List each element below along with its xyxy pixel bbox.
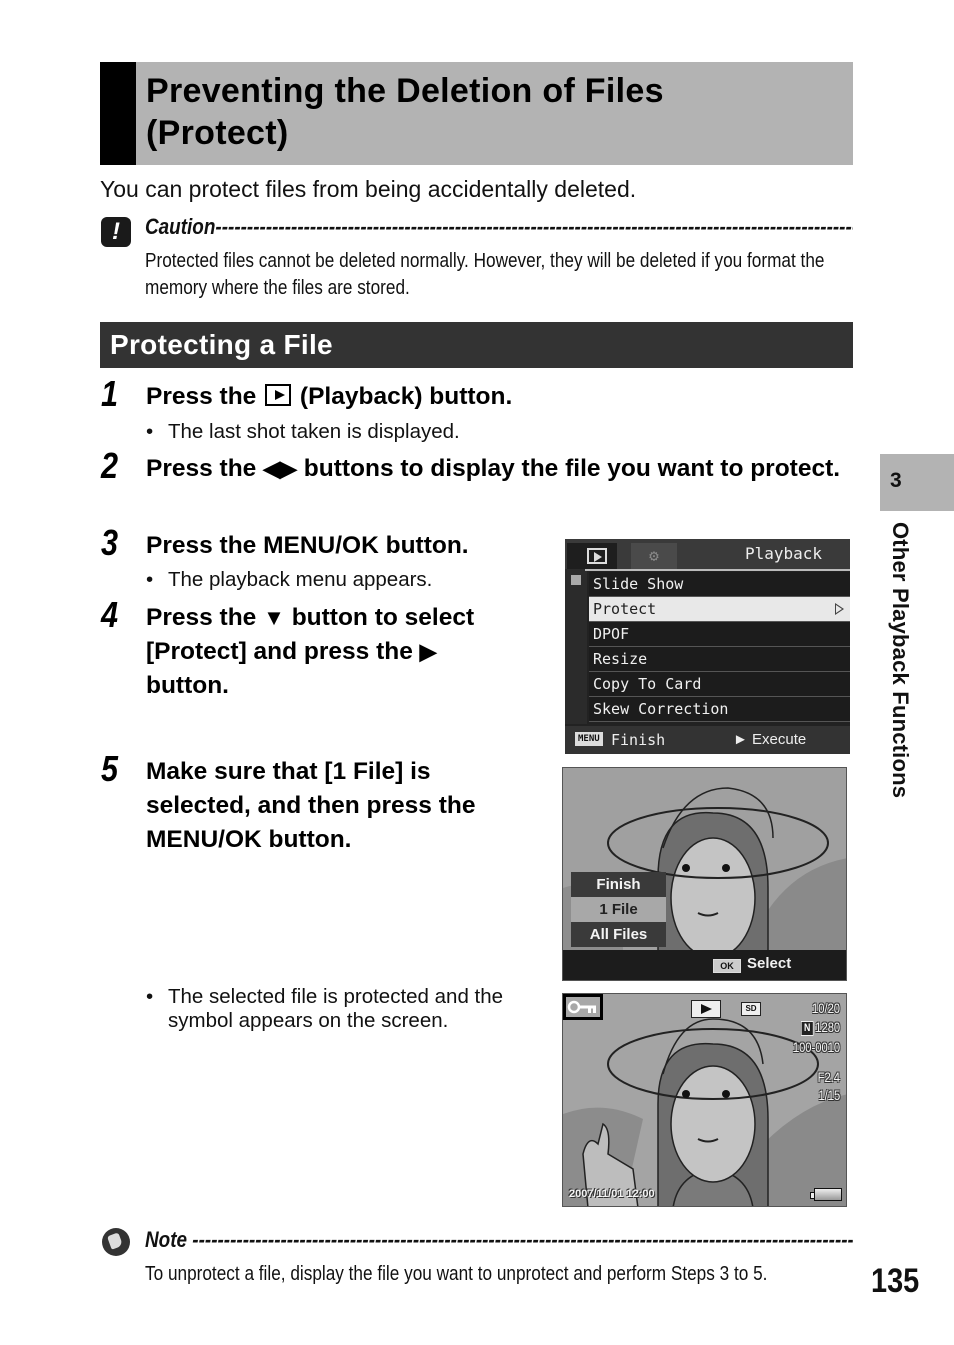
shutter-speed: 1/15 [818,1087,840,1103]
protect-option-list: Finish 1 File All Files [571,872,666,947]
tab-setup[interactable]: ⚙ [631,543,677,569]
option-1-file[interactable]: 1 File [571,897,666,922]
step-text-part: Press the [146,604,264,631]
camera-screen-protected-playback: SD 10/20 N 1280 100-0010 F2.4 1/15 2007/1… [562,993,847,1207]
caution-heading: Caution---------------------------------… [145,214,853,239]
step-3-text: Press the MENU/OK button. [146,532,469,559]
bullet-dot: • [146,568,154,591]
step-1-bullet: • The last shot taken is displayed. [146,420,460,444]
step-4-text: Press the ▼ button to select [Protect] a… [146,601,546,703]
frame-count: 10/20 [811,1000,840,1016]
bullet-text: The playback menu appears. [168,568,433,591]
step-text-part: buttons to display the file you want to … [296,455,841,482]
menu-item-label: Protect [593,600,657,618]
screen-footer: OK Select [563,950,846,980]
menu-tab-strip: ⚙ Playback [565,539,850,569]
section-heading-bar: Protecting a File [100,322,853,368]
page-title-banner: Preventing the Deletion of Files (Protec… [100,62,853,165]
menu-item-copy-to-card[interactable]: Copy To Card [589,672,850,697]
title-accent-bar [100,62,136,165]
caution-exclamation-icon: ! [101,217,131,247]
down-arrow-icon: ▼ [263,605,285,630]
option-finish[interactable]: Finish [571,872,666,897]
menu-item-protect[interactable]: Protect [589,597,850,622]
tab-playback[interactable] [567,543,617,569]
aperture: F2.4 [817,1069,840,1085]
step-number: 5 [101,748,119,789]
playback-mode-icon [691,1000,721,1018]
page-title-line2: (Protect) [146,114,289,152]
page-title-line1: Preventing the Deletion of Files [146,72,664,110]
intro-text: You can protect files from being acciden… [100,176,637,202]
file-number: 100-0010 [792,1039,840,1055]
page-marker [571,575,581,585]
page-title: Preventing the Deletion of Files (Protec… [146,70,664,154]
caution-body: Protected files cannot be deleted normal… [145,250,825,299]
section-title: Protecting a File [110,329,333,360]
step-5-text: Make sure that [1 File] is selected, and… [146,758,476,853]
protect-key-icon [563,994,603,1020]
footer-select: Select [747,955,792,972]
step-3-bullet: • The playback menu appears. [146,568,432,592]
option-all-files[interactable]: All Files [571,922,666,947]
menu-button-icon: MENU [575,732,603,746]
note-icon [102,1228,130,1256]
note-body: To unprotect a file, display the file yo… [145,1263,768,1285]
chapter-number: 3 [890,469,902,492]
bullet-dot: • [146,985,154,1008]
camera-screen-playback-menu: ⚙ Playback Slide Show Protect DPOF Resiz… [565,539,850,754]
step-text-part: button to select [284,604,475,631]
step-text-part: [Protect] and press the [146,638,420,665]
step-number: 4 [101,594,119,635]
step-number: 2 [101,445,119,486]
menu-item-skew-correction[interactable]: Skew Correction [589,697,850,722]
step-1-text: Press the (Playback) button. [146,380,512,414]
footer-execute: ► Execute [733,731,807,748]
menu-item-resize[interactable]: Resize [589,647,850,672]
step-text-part: Press the [146,383,264,410]
sd-card-icon: SD [741,1002,761,1016]
playback-icon [587,548,607,564]
step-2-text: Press the ◀▶ buttons to display the file… [146,452,846,486]
step-text-part: button. [146,672,229,699]
note-heading: Note -----------------------------------… [145,1227,853,1252]
right-arrow-icon: ▶ [419,639,437,664]
ok-button-icon: OK [713,959,741,973]
chapter-label: Other Playback Functions [888,522,913,799]
date-time: 2007/11/01 12:00 [569,1188,655,1200]
menu-list: Slide Show Protect DPOF Resize Copy To C… [589,572,850,722]
step-text-part: Press the [146,455,264,482]
image-size: 1280 [815,1019,840,1035]
step-number: 3 [101,522,119,563]
menu-title: Playback [744,544,822,563]
step-5-bullet: • The selected file is protected and the … [146,985,546,1033]
menu-item-slide-show[interactable]: Slide Show [589,572,850,597]
menu-item-dpof[interactable]: DPOF [589,622,850,647]
chapter-tab: 3 [880,454,954,511]
image-quality-size: N 1280 [800,1019,840,1036]
page-number: 135 [871,1262,920,1300]
key-icon [567,1000,596,1014]
menu-footer: MENU Finish ► Execute [565,726,850,754]
bullet-dot: • [146,420,154,443]
setup-icon: ⚙ [649,546,659,565]
submenu-arrow-icon [835,603,844,615]
menu-page-indicator [565,569,587,724]
bullet-text: The selected file is protected and the s… [168,985,504,1032]
menu-divider [585,569,850,571]
step-text-part: (Playback) button. [293,383,513,410]
quality-badge: N [800,1021,814,1036]
bullet-text: The last shot taken is displayed. [168,420,460,443]
footer-finish: Finish [611,731,666,749]
playback-button-icon [265,384,292,406]
camera-screen-protect-options: Finish 1 File All Files OK Select [562,767,847,981]
step-number: 1 [101,373,119,414]
battery-icon [810,1188,842,1201]
left-right-arrows-icon: ◀▶ [263,456,297,481]
